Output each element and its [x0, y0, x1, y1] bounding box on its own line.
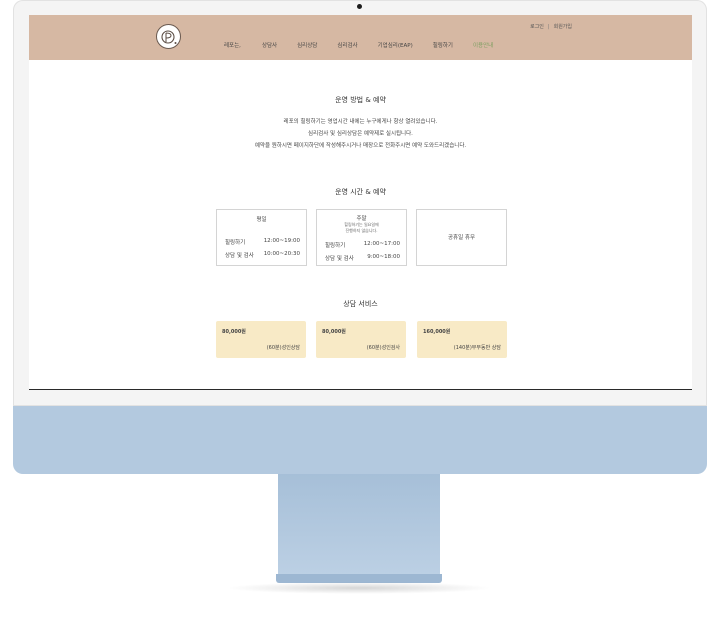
hours-row: 상담 및 검사 9:00~18:00	[325, 254, 400, 262]
camera-dot	[357, 4, 362, 9]
holiday-title: 공휴일 휴무	[447, 235, 476, 241]
logo[interactable]	[156, 24, 181, 49]
operation-line: 레포의 힐링하기는 영업시간 내에는 누구에게나 항상 열려있습니다.	[283, 119, 438, 125]
nav-item-counseling[interactable]: 심리상담	[297, 41, 317, 49]
service-description: (60분)성인상담	[266, 345, 300, 351]
weekend-hours-box: 주말 힐링하기는 일요일에 진행하지 않습니다. 힐링하기 12:00~17:0…	[316, 209, 407, 266]
nav-item-testing[interactable]: 심리검사	[337, 41, 357, 49]
nav-item-guide[interactable]: 이용안내	[473, 41, 493, 49]
operation-line: 예약을 원하시면 페이지하단에 작성해주시거나 매장으로 전화주시면 예약 도와…	[254, 143, 467, 149]
stand-shadow	[226, 582, 492, 594]
weekend-note: 진행하지 않습니다.	[345, 228, 378, 233]
service-card[interactable]: 160,000원 (140분)부부동반 상담	[417, 321, 507, 358]
services-title: 상담 서비스	[343, 300, 378, 308]
nav-item-counselors[interactable]: 상담사	[262, 41, 277, 49]
hours-label: 상담 및 검사	[225, 253, 254, 259]
operation-line: 심리검사 및 심리상담은 예약제로 실시됩니다.	[308, 131, 413, 137]
hours-title: 운영 시간 & 예약	[335, 188, 386, 196]
nav-item-about[interactable]: 레포는,	[224, 41, 241, 49]
hours-row: 힐링하기 12:00~19:00	[225, 238, 300, 246]
hours-row: 상담 및 검사 10:00~20:30	[225, 251, 300, 259]
hours-label: 상담 및 검사	[325, 256, 354, 262]
service-price: 80,000원	[222, 329, 246, 335]
auth-links: 로그인 | 회원가입	[530, 23, 572, 30]
service-price: 160,000원	[423, 329, 451, 335]
nav-item-eap[interactable]: 기업심리(EAP)	[378, 41, 413, 49]
service-description: (60분)성인검사	[366, 345, 400, 351]
hours-label: 힐링하기	[225, 240, 246, 246]
service-price: 80,000원	[322, 329, 346, 335]
operation-description: 레포의 힐링하기는 영업시간 내에는 누구에게나 항상 열려있습니다. 심리검사…	[29, 116, 692, 152]
operation-title: 운영 방법 & 예약	[335, 96, 386, 104]
service-description: (140분)부부동반 상담	[453, 345, 501, 351]
login-link[interactable]: 로그인	[530, 23, 544, 30]
hours-time: 10:00~20:30	[263, 251, 300, 257]
logo-mark-icon	[161, 30, 177, 44]
monitor-stand	[278, 474, 440, 576]
service-card[interactable]: 80,000원 (60분)성인검사	[316, 321, 406, 358]
nav-item-healing[interactable]: 힐링하기	[433, 41, 453, 49]
service-card[interactable]: 80,000원 (60분)성인상담	[216, 321, 306, 358]
hours-time: 9:00~18:00	[367, 254, 400, 260]
weekday-hours-box: 평일 힐링하기 12:00~19:00 상담 및 검사 10:00~20:30	[216, 209, 307, 266]
holiday-box: 공휴일 휴무	[416, 209, 507, 266]
monitor-chin	[13, 406, 707, 474]
site-header: 로그인 | 회원가입 레포는, 상담사 심리상담 심리검사 기업심리(EAP) 힐링…	[29, 15, 692, 60]
hours-label: 힐링하기	[325, 243, 346, 249]
screen: 로그인 | 회원가입 레포는, 상담사 심리상담 심리검사 기업심리(EAP) 힐링…	[29, 15, 692, 390]
weekend-title: 주말	[356, 216, 367, 222]
auth-divider: |	[547, 24, 550, 30]
hours-time: 12:00~17:00	[363, 241, 400, 247]
main-nav: 레포는, 상담사 심리상담 심리검사 기업심리(EAP) 힐링하기 이용안내	[224, 41, 493, 49]
hours-time: 12:00~19:00	[263, 238, 300, 244]
weekday-title: 평일	[256, 217, 267, 223]
hours-row: 힐링하기 12:00~17:00	[325, 241, 400, 249]
signup-link[interactable]: 회원가입	[554, 23, 572, 30]
